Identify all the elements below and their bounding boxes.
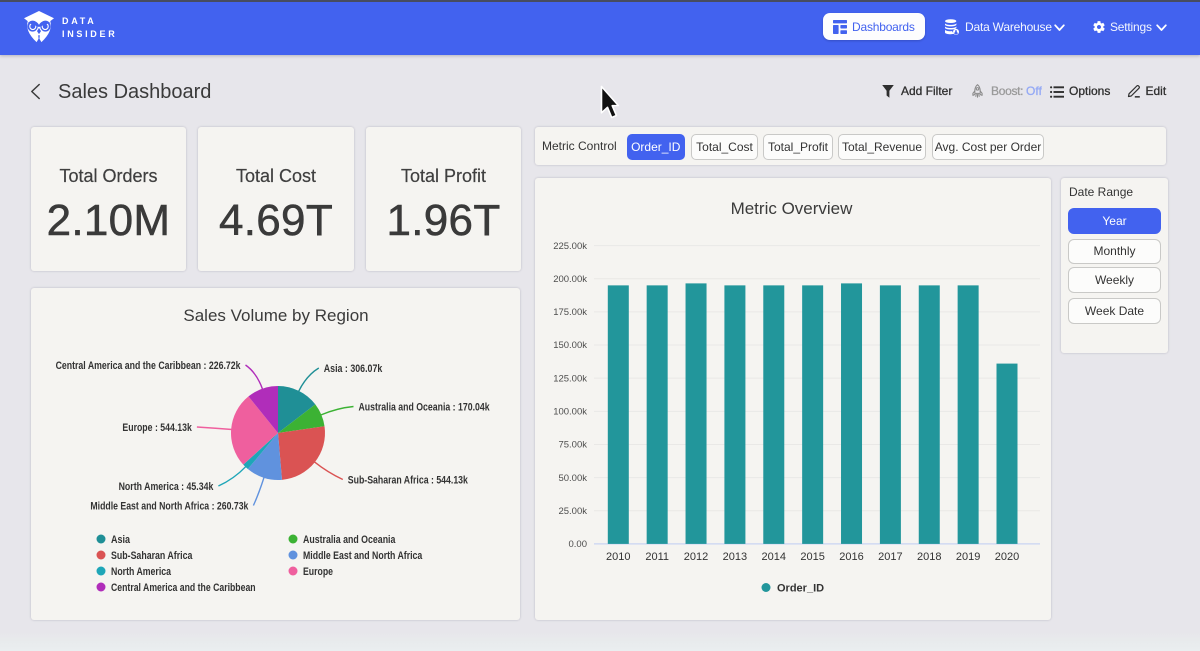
svg-text:2010: 2010 — [606, 551, 630, 563]
svg-text:Central America and the Caribb: Central America and the Caribbean : 226.… — [56, 360, 242, 372]
svg-text:Sub-Saharan Africa : 544.13k: Sub-Saharan Africa : 544.13k — [348, 475, 469, 487]
svg-text:225.00k: 225.00k — [553, 241, 587, 252]
svg-text:Australia and Oceania : 170.04: Australia and Oceania : 170.04k — [359, 402, 491, 414]
svg-text:200.00k: 200.00k — [553, 274, 587, 285]
svg-text:Asia: Asia — [111, 534, 131, 546]
svg-text:125.00k: 125.00k — [553, 373, 587, 384]
svg-text:Asia : 306.07k: Asia : 306.07k — [324, 363, 383, 375]
svg-text:2018: 2018 — [917, 551, 941, 563]
svg-text:Australia and Oceania: Australia and Oceania — [303, 534, 396, 546]
svg-text:25.00k: 25.00k — [558, 506, 587, 517]
svg-text:2017: 2017 — [878, 551, 902, 563]
svg-text:2019: 2019 — [956, 551, 980, 563]
svg-text:Sub-Saharan Africa: Sub-Saharan Africa — [111, 550, 193, 562]
svg-text:175.00k: 175.00k — [553, 307, 587, 318]
svg-text:2020: 2020 — [995, 551, 1019, 563]
svg-text:Metric Overview: Metric Overview — [731, 199, 854, 218]
svg-text:75.00k: 75.00k — [558, 440, 587, 451]
svg-text:Order_ID: Order_ID — [777, 583, 824, 595]
svg-text:Sales Volume by Region: Sales Volume by Region — [183, 306, 368, 325]
svg-text:150.00k: 150.00k — [553, 340, 587, 351]
svg-text:2011: 2011 — [645, 551, 669, 563]
svg-text:2012: 2012 — [684, 551, 708, 563]
svg-text:50.00k: 50.00k — [558, 473, 587, 484]
svg-text:2014: 2014 — [762, 551, 786, 563]
svg-text:0.00: 0.00 — [569, 539, 588, 550]
svg-text:2015: 2015 — [800, 551, 824, 563]
svg-text:100.00k: 100.00k — [553, 407, 587, 418]
svg-text:Europe : 544.13k: Europe : 544.13k — [122, 422, 192, 434]
svg-text:Middle East and North Africa: Middle East and North Africa — [303, 550, 423, 562]
svg-text:2013: 2013 — [723, 551, 747, 563]
svg-text:Central America and the Caribb: Central America and the Caribbean — [111, 582, 256, 594]
svg-text:Middle East and North Africa :: Middle East and North Africa : 260.73k — [90, 501, 249, 513]
svg-text:North America: North America — [111, 566, 172, 578]
svg-text:2016: 2016 — [839, 551, 863, 563]
svg-text:North America : 45.34k: North America : 45.34k — [119, 481, 215, 493]
svg-text:Europe: Europe — [303, 566, 333, 578]
